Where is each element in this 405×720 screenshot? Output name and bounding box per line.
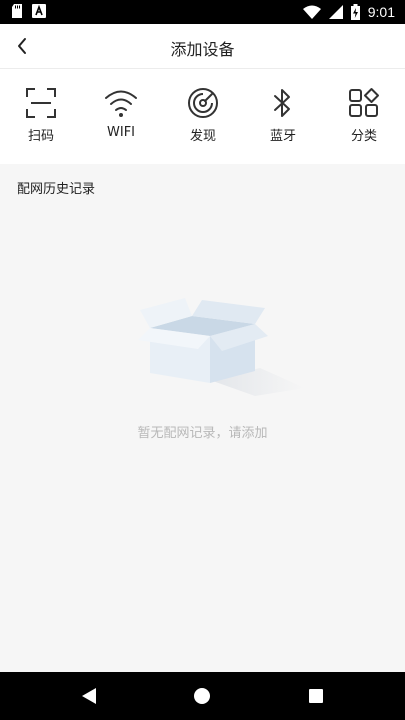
empty-box-icon <box>138 298 305 396</box>
wifi-icon <box>302 5 321 19</box>
system-nav-bar <box>0 672 405 720</box>
scan-icon <box>26 88 56 118</box>
page-title: 添加设备 <box>170 40 235 59</box>
nav-home-button[interactable] <box>190 684 214 708</box>
method-scan[interactable]: 扫码 <box>11 87 71 144</box>
signal-icon <box>328 5 343 19</box>
status-bar: 9:01 <box>0 0 405 24</box>
wifi-icon <box>105 90 137 117</box>
recents-square-icon <box>309 689 323 703</box>
method-category-label: 分类 <box>350 129 377 144</box>
method-wifi[interactable]: WIFI <box>91 87 151 140</box>
category-icon <box>349 88 379 117</box>
method-discover-label: 发现 <box>189 129 216 144</box>
nav-back-button[interactable] <box>77 684 101 708</box>
status-time: 9:01 <box>367 4 395 20</box>
back-triangle-icon <box>82 688 96 704</box>
a-notification-icon <box>32 4 46 18</box>
header: 添加设备 <box>0 24 405 68</box>
method-discover[interactable]: 发现 <box>173 87 233 144</box>
home-circle-icon <box>194 688 210 704</box>
method-wifi-label: WIFI <box>107 125 135 140</box>
empty-state-text: 暂无配网记录，请添加 <box>137 426 268 441</box>
method-bluetooth[interactable]: 蓝牙 <box>253 87 313 144</box>
nav-recents-button[interactable] <box>304 684 328 708</box>
radar-icon <box>188 88 218 118</box>
method-scan-label: 扫码 <box>27 129 54 144</box>
method-category[interactable]: 分类 <box>334 87 394 144</box>
method-bluetooth-label: 蓝牙 <box>269 129 296 144</box>
battery-charging-icon <box>350 4 360 20</box>
sd-card-icon <box>12 4 22 18</box>
add-methods: 扫码 WIFI 发现 蓝牙 分类 <box>0 69 405 164</box>
history-title: 配网历史记录 <box>17 182 96 197</box>
bluetooth-icon <box>274 89 290 117</box>
